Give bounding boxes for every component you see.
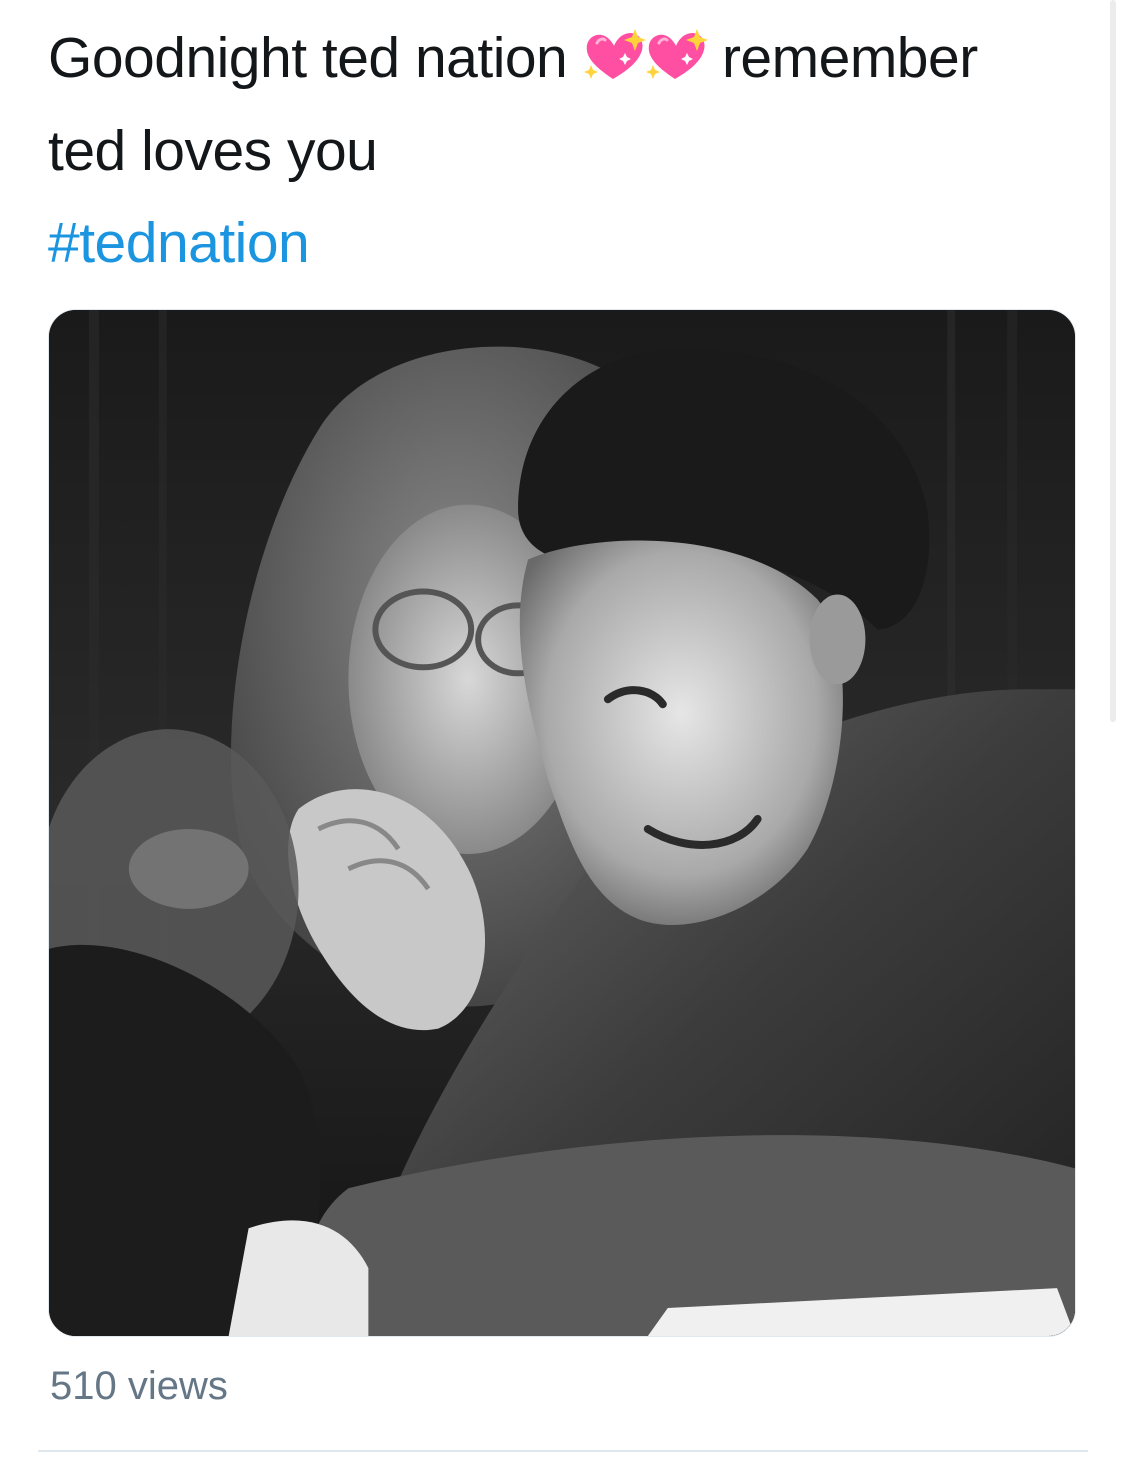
scrollbar[interactable]: [1110, 0, 1116, 722]
photo-icon: [49, 310, 1075, 1336]
sparkling-heart-icon: [645, 29, 708, 79]
divider: [38, 1450, 1088, 1452]
hashtag-link[interactable]: #tednation: [48, 197, 310, 290]
tweet-text: Goodnight ted nation remember ted loves …: [48, 12, 1088, 198]
tweet-text-line-2: ted loves you: [48, 119, 378, 183]
tweet-text-line-1: Goodnight ted nation remember: [48, 12, 1088, 105]
tweet-photo[interactable]: [48, 309, 1076, 1337]
tweet-text-part: remember: [721, 26, 978, 90]
sparkling-heart-icon: [583, 29, 646, 79]
tweet-text-part: Goodnight ted nation: [48, 26, 568, 90]
view-count: 510 views: [50, 1364, 228, 1408]
